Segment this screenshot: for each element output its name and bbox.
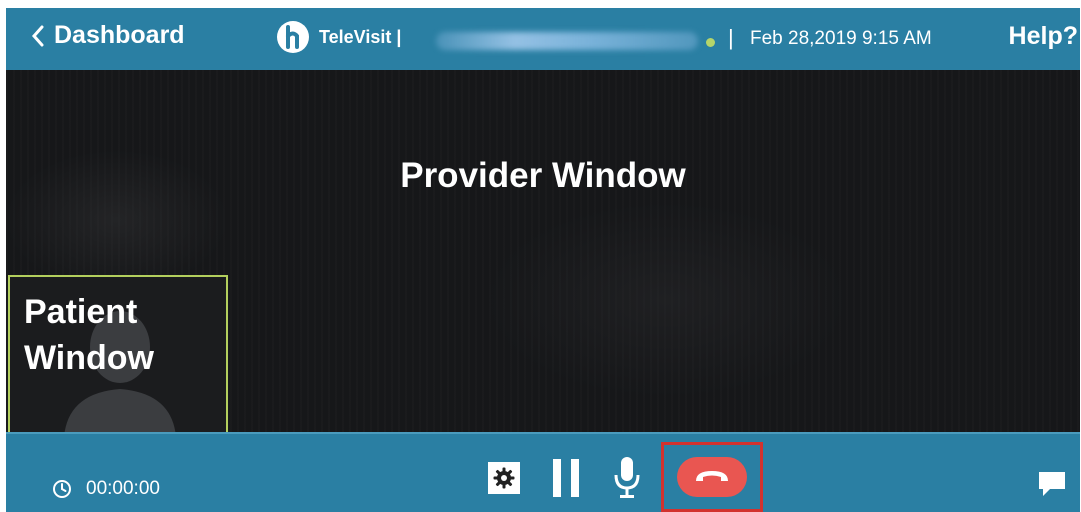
back-link-label: Dashboard (54, 21, 185, 49)
pause-video-button[interactable] (548, 456, 584, 500)
gear-icon (493, 467, 515, 489)
mute-microphone-button[interactable] (609, 454, 645, 500)
chevron-left-icon (31, 25, 44, 46)
settings-button[interactable] (488, 462, 520, 494)
visit-datetime: Feb 28,2019 9:15 AM (750, 28, 932, 49)
chat-button[interactable] (1034, 468, 1070, 500)
televisit-logo-icon (277, 21, 309, 53)
online-status-dot (706, 38, 715, 47)
call-control-bar: 00:00:00 (6, 432, 1080, 512)
brand: TeleVisit | (277, 21, 401, 53)
chat-bubble-icon (1039, 472, 1065, 496)
provider-window-label: Provider Window (400, 156, 686, 195)
pause-icon (553, 459, 579, 497)
clock-icon (53, 480, 71, 498)
patient-video-window[interactable]: Patient Window (8, 275, 228, 432)
header-separator: | (728, 25, 734, 50)
redacted-patient-name (436, 32, 698, 50)
phone-hangup-icon (696, 471, 728, 481)
end-call-button[interactable] (677, 457, 747, 497)
back-to-dashboard-link[interactable]: Dashboard (28, 21, 185, 50)
microphone-icon (614, 457, 640, 498)
patient-label-line1: Patient (24, 293, 138, 331)
patient-label-line2: Window (24, 339, 154, 377)
patient-window-label: Patient Window (24, 289, 154, 381)
help-link[interactable]: Help? (1009, 22, 1078, 51)
call-timer-value: 00:00:00 (86, 478, 160, 499)
top-header-bar: Dashboard TeleVisit | | Feb 28,2019 9:15… (6, 8, 1080, 70)
brand-name: TeleVisit | (319, 26, 402, 47)
provider-video-window: Provider Window Patient Window (6, 70, 1080, 432)
televisit-app: Dashboard TeleVisit | | Feb 28,2019 9:15… (6, 8, 1080, 512)
end-call-highlight (661, 442, 763, 512)
call-timer: 00:00:00 (52, 478, 160, 500)
